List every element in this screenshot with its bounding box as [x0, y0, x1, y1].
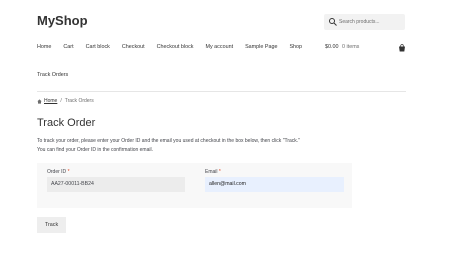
nav-item-track-orders[interactable]: Track Orders: [37, 72, 68, 78]
nav-item-shop[interactable]: Shop: [289, 44, 302, 50]
home-icon: [37, 98, 42, 104]
search-icon: [329, 18, 337, 26]
primary-nav: Home Cart Cart block Checkout Checkout b…: [37, 44, 307, 50]
header-cart[interactable]: $0.00 0 items: [325, 44, 359, 50]
header-divider: [37, 91, 406, 92]
intro-text: To track your order, please enter your O…: [37, 137, 357, 155]
nav-item-cart[interactable]: Cart: [63, 44, 73, 50]
email-label: Email *: [205, 169, 221, 175]
nav-item-checkout-block[interactable]: Checkout block: [157, 44, 194, 50]
breadcrumb: Home / Track Orders: [37, 98, 94, 104]
intro-line-2: You can find your Order ID in the confir…: [37, 147, 153, 153]
site-title[interactable]: MyShop: [37, 13, 88, 28]
nav-item-sample-page[interactable]: Sample Page: [245, 44, 277, 50]
cart-count: 0 items: [342, 44, 360, 50]
shopping-bag-icon[interactable]: [398, 44, 406, 52]
breadcrumb-separator: /: [60, 98, 62, 104]
page-title: Track Order: [37, 117, 96, 129]
nav-item-cart-block[interactable]: Cart block: [86, 44, 110, 50]
required-mark: *: [218, 169, 221, 175]
cart-total: $0.00: [325, 44, 339, 50]
email-field[interactable]: allen@mail.com: [205, 177, 344, 192]
search-input[interactable]: Search products...: [324, 14, 405, 30]
intro-line-1: To track your order, please enter your O…: [37, 138, 300, 144]
order-id-field[interactable]: AA27-00011-BB24: [47, 177, 185, 192]
nav-item-checkout[interactable]: Checkout: [122, 44, 145, 50]
breadcrumb-current: Track Orders: [64, 98, 94, 104]
search-placeholder: Search products...: [339, 19, 380, 25]
track-button[interactable]: Track: [37, 217, 66, 233]
nav-item-home[interactable]: Home: [37, 44, 51, 50]
required-mark: *: [67, 169, 70, 175]
breadcrumb-home[interactable]: Home: [44, 98, 57, 104]
nav-item-my-account[interactable]: My account: [206, 44, 234, 50]
order-id-label: Order ID *: [47, 169, 70, 175]
